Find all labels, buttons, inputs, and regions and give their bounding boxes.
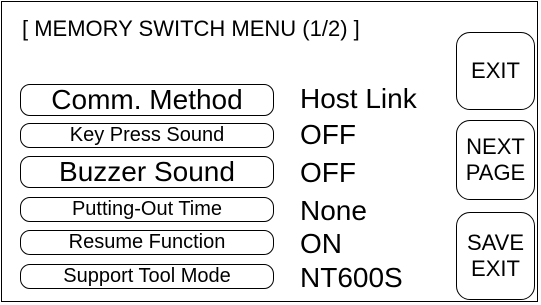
buzzer-sound-value: OFF (300, 157, 356, 188)
next-page-button[interactable]: NEXT PAGE (456, 120, 535, 200)
buzzer-sound-label: Buzzer Sound (59, 156, 235, 187)
comm-method-label: Comm. Method (51, 84, 243, 115)
exit-button[interactable]: EXIT (456, 32, 535, 110)
exit-label: EXIT (471, 58, 520, 83)
save-exit-line1: SAVE (466, 230, 525, 255)
save-exit-line2: EXIT (471, 256, 520, 281)
resume-function-value: ON (300, 228, 342, 259)
key-press-sound-label: Key Press Sound (69, 124, 225, 146)
putting-out-time-button[interactable]: Putting-Out Time (20, 197, 274, 222)
support-tool-mode-button[interactable]: Support Tool Mode (20, 264, 274, 289)
save-exit-button[interactable]: SAVE EXIT (456, 212, 535, 300)
support-tool-mode-label: Support Tool Mode (63, 265, 231, 287)
key-press-sound-button[interactable]: Key Press Sound (20, 123, 274, 148)
menu-title: [ MEMORY SWITCH MENU (1/2) ] (22, 16, 360, 41)
memory-switch-screen: [ MEMORY SWITCH MENU (1/2) ] Comm. Metho… (1, 1, 538, 302)
key-press-sound-value: OFF (300, 119, 356, 150)
comm-method-value: Host Link (300, 83, 417, 114)
comm-method-button[interactable]: Comm. Method (20, 84, 274, 116)
buzzer-sound-button[interactable]: Buzzer Sound (20, 156, 274, 188)
putting-out-time-label: Putting-Out Time (71, 198, 223, 220)
resume-function-label: Resume Function (68, 231, 226, 253)
next-page-line1: NEXT (466, 134, 525, 159)
support-tool-mode-value: NT600S (300, 262, 403, 293)
resume-function-button[interactable]: Resume Function (20, 230, 274, 255)
next-page-line2: PAGE (465, 160, 526, 185)
putting-out-time-value: None (300, 195, 367, 226)
